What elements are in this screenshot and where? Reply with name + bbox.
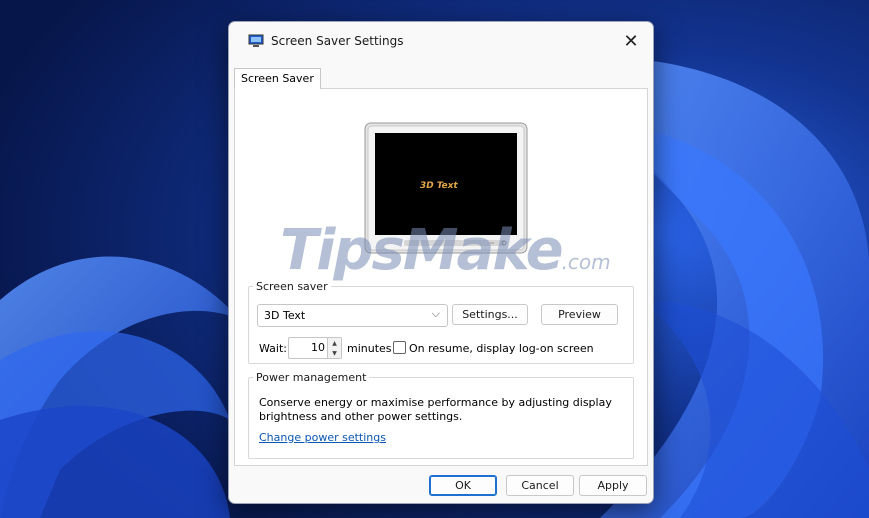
close-icon: ✕ xyxy=(623,30,639,52)
ok-button[interactable]: OK xyxy=(429,475,497,496)
stepper-up-icon[interactable]: ▲ xyxy=(332,340,337,347)
preview-3d-text: 3D Text xyxy=(419,181,459,191)
screen-saver-group: Screen saver 3D Text ⌵ Settings... Previ… xyxy=(248,280,634,364)
resume-logon-label[interactable]: On resume, display log-on screen xyxy=(409,342,594,355)
power-management-group: Power management Conserve energy or maxi… xyxy=(248,371,634,459)
stepper-arrows[interactable]: ▲ ▼ xyxy=(327,338,341,358)
wait-minutes-stepper[interactable]: 10 ▲ ▼ xyxy=(288,337,342,359)
apply-button[interactable]: Apply xyxy=(579,475,647,496)
tab-panel: 3D Text Screen saver 3D Text ⌵ Settings.… xyxy=(234,88,648,466)
resume-logon-checkbox[interactable] xyxy=(393,341,406,354)
screen-saver-legend: Screen saver xyxy=(256,280,328,293)
change-power-settings-link[interactable]: Change power settings xyxy=(259,431,386,444)
preview-button[interactable]: Preview xyxy=(541,304,618,325)
tab-screen-saver[interactable]: Screen Saver xyxy=(234,68,321,89)
power-management-description: Conserve energy or maximise performance … xyxy=(259,396,612,423)
close-button[interactable]: ✕ xyxy=(609,22,653,60)
chevron-down-icon: ⌵ xyxy=(431,307,440,320)
screen-saver-selected: 3D Text xyxy=(264,309,306,322)
settings-button[interactable]: Settings... xyxy=(452,304,528,325)
title-bar[interactable]: Screen Saver Settings ✕ xyxy=(229,22,653,60)
wait-minutes-value[interactable]: 10 xyxy=(311,341,325,354)
wait-label: Wait: xyxy=(259,342,287,355)
monitor-preview: 3D Text xyxy=(364,122,528,254)
screen-saver-settings-dialog: Screen Saver Settings ✕ Screen Saver 3D … xyxy=(228,21,654,504)
screen-saver-dropdown[interactable]: 3D Text ⌵ xyxy=(257,304,448,327)
power-management-legend: Power management xyxy=(256,371,367,384)
stepper-down-icon[interactable]: ▼ xyxy=(332,350,337,357)
dialog-title: Screen Saver Settings xyxy=(271,34,404,48)
screen-saver-app-icon xyxy=(248,34,264,47)
cancel-button[interactable]: Cancel xyxy=(506,475,574,496)
minutes-label: minutes xyxy=(347,342,392,355)
